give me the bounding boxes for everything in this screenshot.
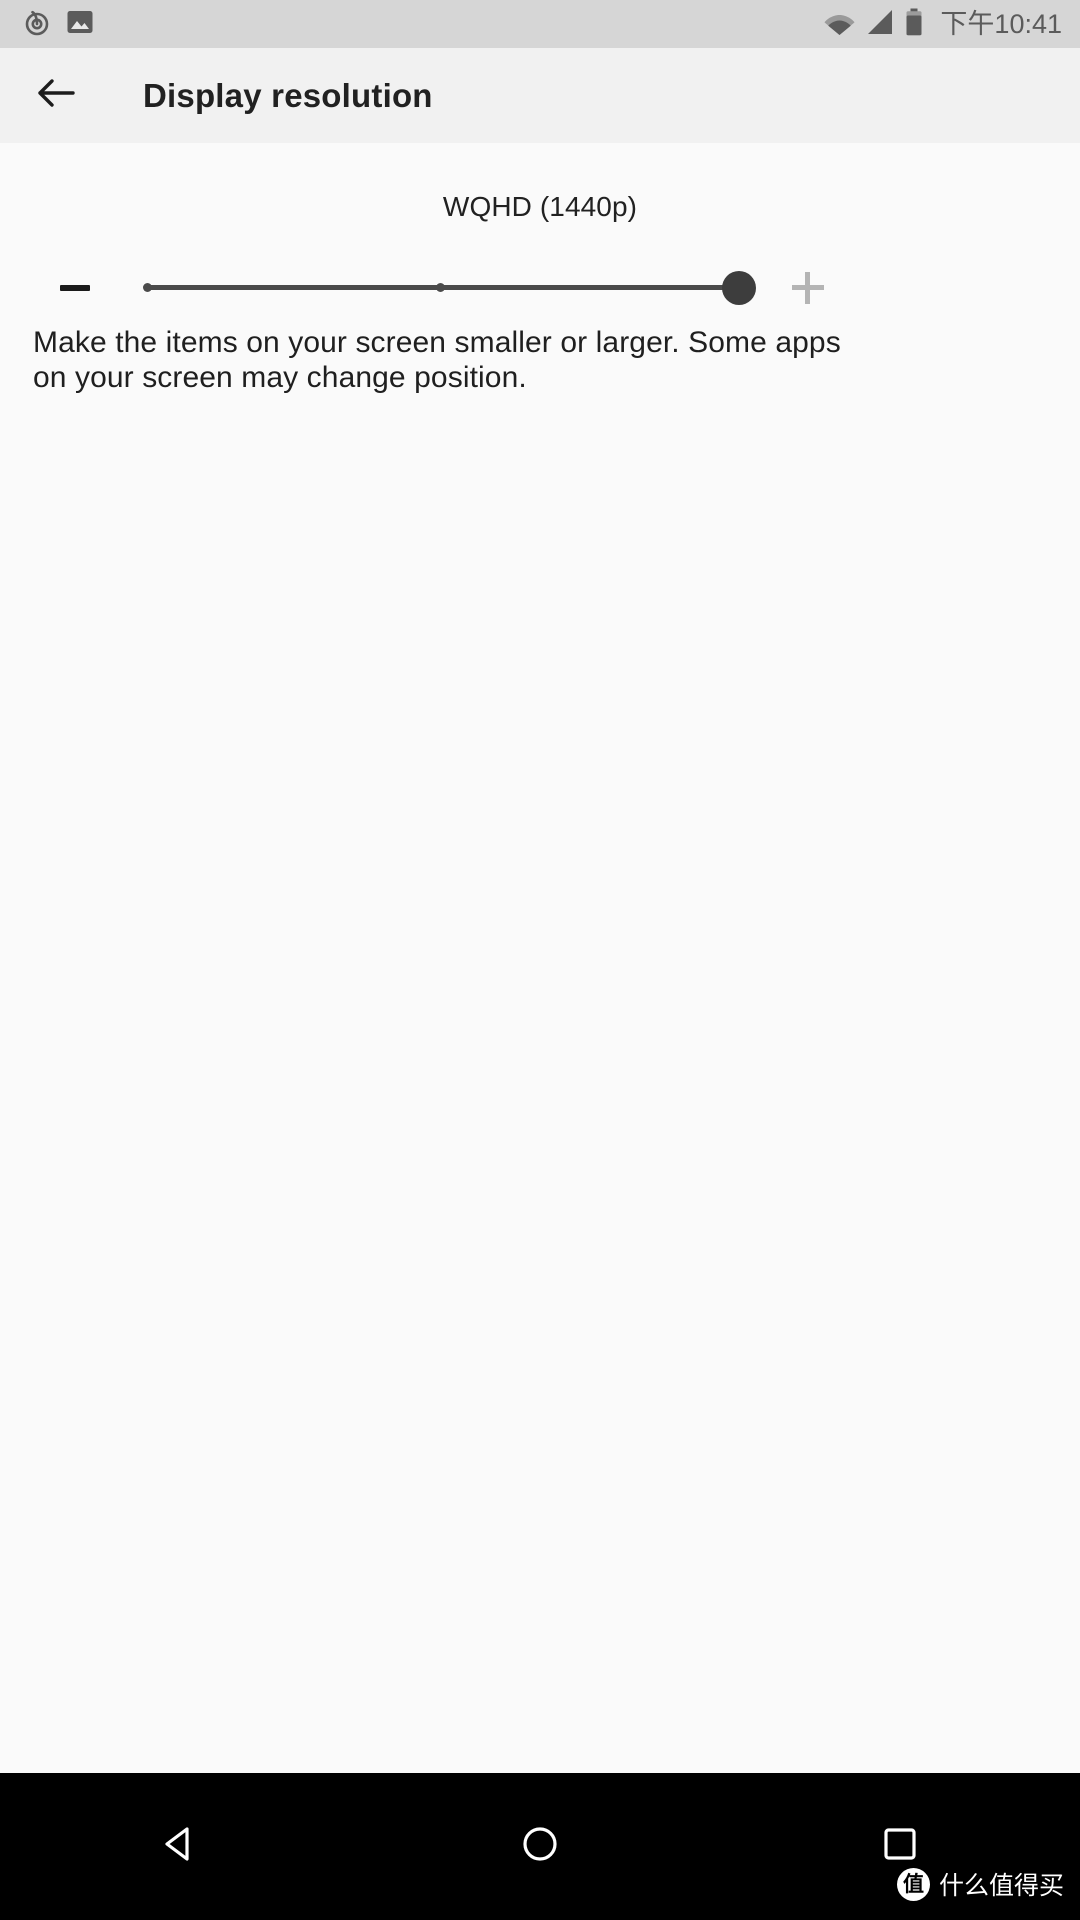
- watermark-text: 什么值得买: [938, 1872, 1064, 1900]
- battery-icon: [905, 8, 923, 41]
- status-bar: 下午10:41: [0, 0, 1080, 48]
- arrow-back-icon: [34, 71, 78, 120]
- watermark: 值 什么值得买: [896, 1866, 1064, 1902]
- decrease-resolution-button[interactable]: [40, 253, 110, 323]
- app-bar: Display resolution: [0, 48, 1080, 143]
- netease-music-icon: [22, 7, 52, 42]
- nav-back-button[interactable]: [0, 1773, 360, 1920]
- plus-icon: [792, 272, 824, 304]
- circle-home-icon: [518, 1822, 562, 1871]
- screenshot-image-icon: [66, 8, 94, 41]
- resolution-description: Make the items on your screen smaller or…: [33, 326, 841, 395]
- resolution-value-label: WQHD (1440p): [442, 191, 638, 222]
- triangle-back-icon: [158, 1822, 202, 1871]
- resolution-slider-row: [0, 253, 1080, 323]
- navigation-bar: 值 什么值得买: [0, 1773, 1080, 1920]
- square-recents-icon: [878, 1822, 922, 1871]
- nav-home-button[interactable]: [360, 1773, 720, 1920]
- status-bar-clock: 下午10:41: [940, 8, 1062, 39]
- slider-thumb[interactable]: [722, 271, 756, 305]
- increase-resolution-button[interactable]: [773, 253, 843, 323]
- status-bar-system-icons: 下午10:41: [824, 8, 1062, 41]
- android-screen: 下午10:41 Display resolution WQHD (1440p): [0, 0, 1080, 1920]
- resolution-slider[interactable]: [140, 253, 756, 323]
- slider-tick: [436, 283, 445, 292]
- minus-icon: [60, 285, 90, 291]
- smzdm-logo-icon: 值: [896, 1867, 930, 1901]
- slider-tick: [143, 283, 152, 292]
- status-bar-notification-icons: [22, 7, 824, 42]
- cellular-signal-icon: [866, 9, 894, 40]
- page-title: Display resolution: [143, 76, 433, 114]
- content-area: WQHD (1440p) Make the items on your scre…: [0, 143, 1080, 1773]
- back-button[interactable]: [8, 48, 104, 143]
- wifi-icon: [824, 9, 855, 40]
